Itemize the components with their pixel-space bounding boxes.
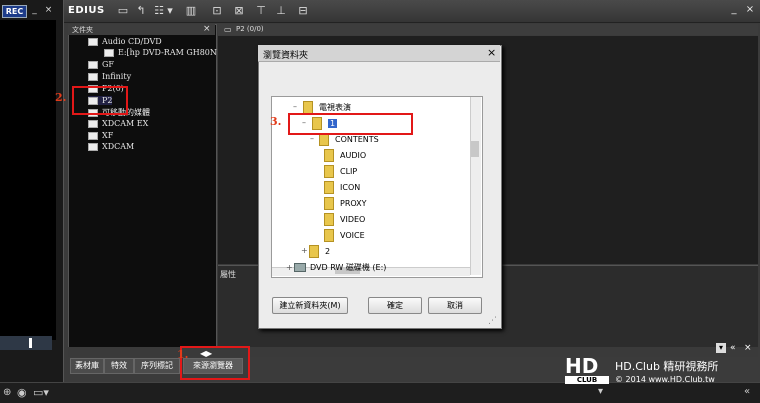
properties-label: 屬性 xyxy=(220,270,236,279)
folder-icon xyxy=(88,61,98,69)
folder-icon: ▭ xyxy=(224,25,232,34)
tab-bin[interactable]: 素材庫 xyxy=(70,358,104,374)
close-icon[interactable]: × xyxy=(203,24,211,34)
folder-icon[interactable]: ▭ xyxy=(116,4,130,18)
folder-icon xyxy=(88,132,98,140)
dialog-tree-node[interactable]: PROXY xyxy=(324,197,367,210)
view-icon[interactable]: ☷ xyxy=(152,4,166,18)
tool-icon[interactable]: ⊠ xyxy=(232,4,246,18)
annotation-box xyxy=(72,86,128,115)
rec-button[interactable]: REC xyxy=(2,5,27,18)
folder-tree-title: 文件夾 xyxy=(72,26,93,34)
club-logo: CLUB xyxy=(565,376,609,384)
close-icon[interactable]: × xyxy=(744,343,752,353)
record-icon[interactable]: ◉ xyxy=(17,386,27,399)
dvd-drive-icon xyxy=(294,263,306,272)
pin-icon[interactable]: ⊤ xyxy=(254,4,268,18)
scrollbar-thumb[interactable] xyxy=(471,141,479,157)
tab-effects[interactable]: 特效 xyxy=(104,358,134,374)
close-icon[interactable]: × xyxy=(744,4,756,16)
tab-sequence-markers[interactable]: 序列標記 xyxy=(134,358,180,374)
edit-icon[interactable]: ⊥ xyxy=(274,4,288,18)
app-title: EDIUS xyxy=(68,5,105,16)
dropdown-icon[interactable]: ▾ xyxy=(598,386,603,397)
dialog-tree-node[interactable]: CLIP xyxy=(324,165,357,178)
minimize-icon[interactable]: _ xyxy=(728,4,740,16)
delete-icon[interactable]: ⊟ xyxy=(296,4,310,18)
folder-icon xyxy=(324,165,334,178)
folder-icon xyxy=(88,143,98,151)
dialog-tree-node[interactable]: AUDIO xyxy=(324,149,366,162)
cancel-button[interactable]: 取消 xyxy=(428,297,482,314)
watermark-copyright: © 2014 www.HD.Club.tw xyxy=(615,375,715,384)
clip-folder-title: P2 (0/0) xyxy=(236,25,264,33)
status-bar: ⊕ ◉ ▭▾ ▾ « xyxy=(0,382,760,403)
folder-icon xyxy=(88,73,98,81)
dropdown-icon[interactable]: ▾ xyxy=(716,343,726,353)
dialog-tree-node[interactable]: VIDEO xyxy=(324,213,365,226)
collapse-icon[interactable]: « xyxy=(730,343,736,353)
resize-grip-icon[interactable]: ⋰ xyxy=(488,316,497,326)
player-slider-handle[interactable] xyxy=(29,338,32,348)
dropdown-icon[interactable]: ▾ xyxy=(166,4,174,18)
player-preview xyxy=(0,20,56,340)
folder-icon xyxy=(309,245,319,258)
annotation-step-3: 3. xyxy=(270,115,282,128)
expand-icon[interactable]: + xyxy=(286,263,293,272)
tree-node[interactable]: XDCAM EX xyxy=(88,119,148,128)
collapse-icon[interactable]: – xyxy=(310,134,314,143)
tool-icon[interactable]: ▥ xyxy=(184,4,198,18)
folder-icon[interactable]: ▭▾ xyxy=(33,386,49,399)
tree-node[interactable]: E:[hp DVD-RAM GH80N R1 xyxy=(104,48,231,57)
new-folder-button[interactable]: 建立新資料夾(M) xyxy=(272,297,348,314)
dialog-title-bar: 瀏覽資料夾 xyxy=(258,45,500,62)
bottom-strip xyxy=(68,347,758,357)
drive-icon xyxy=(104,49,114,57)
dialog-title: 瀏覽資料夾 xyxy=(263,51,309,61)
dialog-tree-node[interactable]: VOICE xyxy=(324,229,365,242)
folder-tree-header: 文件夾 xyxy=(68,24,215,35)
tree-node[interactable]: GF xyxy=(88,60,114,69)
player-slider[interactable] xyxy=(0,336,52,350)
ok-button[interactable]: 確定 xyxy=(368,297,422,314)
tree-node[interactable]: XF xyxy=(88,131,113,140)
scrollbar[interactable] xyxy=(470,97,481,275)
up-folder-icon[interactable]: ↰ xyxy=(134,4,148,18)
tree-node[interactable]: XDCAM xyxy=(88,142,134,151)
close-icon[interactable]: × xyxy=(43,5,54,16)
tree-node[interactable]: Audio CD/DVD xyxy=(88,37,162,46)
close-icon[interactable]: × xyxy=(487,46,496,59)
clip-header: ▭ P2 (0/0) xyxy=(218,24,758,35)
dialog-tree-node[interactable]: 2 xyxy=(309,245,330,258)
annotation-step-1: 1. xyxy=(177,348,189,361)
folder-icon xyxy=(324,213,334,226)
folder-icon xyxy=(324,197,334,210)
watermark-brand: HD.Club 精研視務所 xyxy=(615,360,719,373)
expand-icon[interactable]: + xyxy=(301,246,308,255)
collapse-icon[interactable]: « xyxy=(744,386,750,397)
folder-icon xyxy=(324,149,334,162)
folder-icon xyxy=(324,229,334,242)
dialog-tree-node[interactable]: DVD RW 磁碟機 (E:) xyxy=(294,262,386,273)
annotation-box xyxy=(288,113,413,135)
minimize-icon[interactable]: _ xyxy=(29,5,40,16)
tool-icon[interactable]: ⊡ xyxy=(210,4,224,18)
collapse-icon[interactable]: – xyxy=(293,102,297,111)
dialog-tree-node[interactable]: ICON xyxy=(324,181,360,194)
folder-icon xyxy=(324,181,334,194)
annotation-box xyxy=(180,346,250,380)
timeline-icon[interactable]: ⊕ xyxy=(3,387,11,398)
folder-icon xyxy=(88,120,98,128)
folder-icon xyxy=(88,38,98,46)
tree-node[interactable]: Infinity xyxy=(88,72,131,81)
annotation-step-2: 2. xyxy=(55,91,67,104)
